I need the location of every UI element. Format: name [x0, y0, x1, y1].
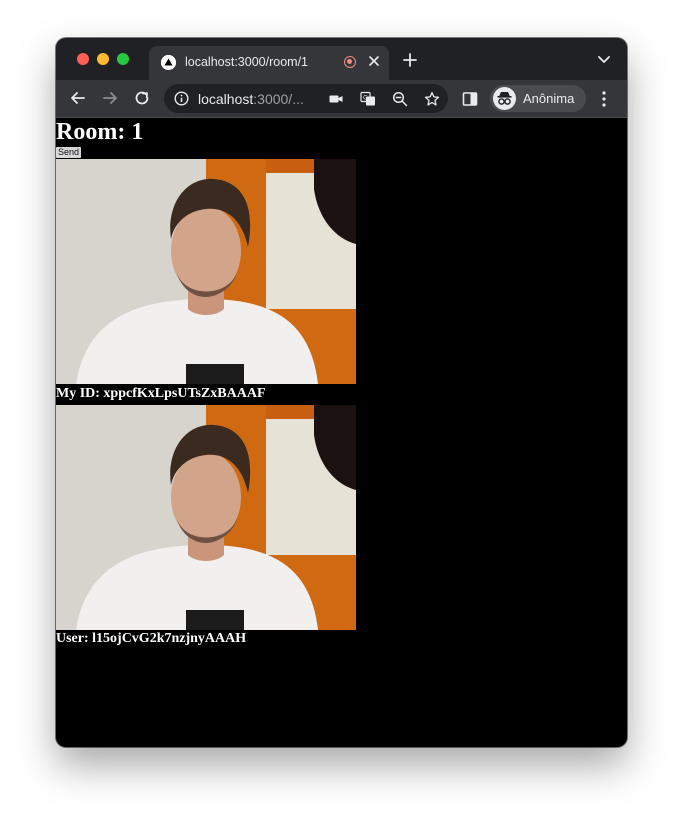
page-content: Room: 1 Send My ID: xppcfKxLpsUTsZxBAAAF — [56, 118, 627, 747]
maximize-window-button[interactable] — [117, 53, 129, 65]
translate-icon[interactable]: G — [360, 91, 376, 107]
reload-icon — [135, 91, 149, 105]
back-button[interactable] — [68, 88, 88, 108]
chevron-down-icon — [598, 56, 610, 63]
star-icon[interactable] — [424, 91, 440, 107]
tab-close-button[interactable] — [365, 52, 383, 70]
video-frame-image — [56, 159, 356, 384]
close-icon — [369, 56, 379, 66]
minimize-window-button[interactable] — [97, 53, 109, 65]
url-path: :3000/... — [253, 91, 304, 107]
browser-toolbar: localhost:3000/... G Anônima — [56, 80, 627, 118]
arrow-left-icon — [71, 92, 85, 104]
video-frame-image — [56, 405, 356, 630]
camera-icon[interactable] — [328, 91, 344, 107]
plus-icon — [403, 53, 417, 67]
active-tab[interactable]: localhost:3000/room/1 — [149, 46, 389, 80]
browser-menu-button[interactable] — [600, 90, 608, 108]
page-title: Room: 1 — [56, 119, 144, 145]
tab-bar: localhost:3000/room/1 — [56, 38, 627, 80]
reload-button[interactable] — [132, 88, 152, 108]
side-panel-button[interactable] — [462, 91, 478, 107]
profile-button[interactable]: Anônima — [490, 85, 586, 112]
remote-video — [56, 405, 356, 630]
tab-title: localhost:3000/room/1 — [185, 55, 308, 69]
local-video — [56, 159, 356, 384]
recording-indicator-icon — [344, 56, 356, 68]
side-panel-icon — [462, 92, 478, 106]
close-window-button[interactable] — [77, 53, 89, 65]
incognito-icon — [493, 87, 516, 110]
site-info-icon[interactable] — [174, 91, 189, 106]
svg-text:G: G — [363, 95, 368, 102]
tab-search-button[interactable] — [594, 52, 614, 68]
new-tab-button[interactable] — [400, 50, 420, 70]
triangle-logo-icon — [161, 55, 176, 70]
url-host: localhost — [198, 91, 254, 107]
browser-window: localhost:3000/room/1 localhost:3000/...… — [56, 38, 627, 747]
profile-label: Anônima — [523, 91, 575, 106]
remote-user-label: User: l15ojCvG2k7nzjnyAAAH — [56, 631, 247, 646]
address-bar[interactable]: localhost:3000/... G — [164, 84, 448, 113]
url-text: localhost:3000/... — [198, 91, 304, 107]
send-button[interactable]: Send — [56, 147, 82, 158]
my-id-label: My ID: xppcfKxLpsUTsZxBAAAF — [56, 386, 266, 401]
zoom-out-icon[interactable] — [392, 91, 408, 107]
arrow-right-icon — [103, 92, 117, 104]
more-vert-icon — [602, 91, 606, 107]
forward-button[interactable] — [100, 88, 120, 108]
